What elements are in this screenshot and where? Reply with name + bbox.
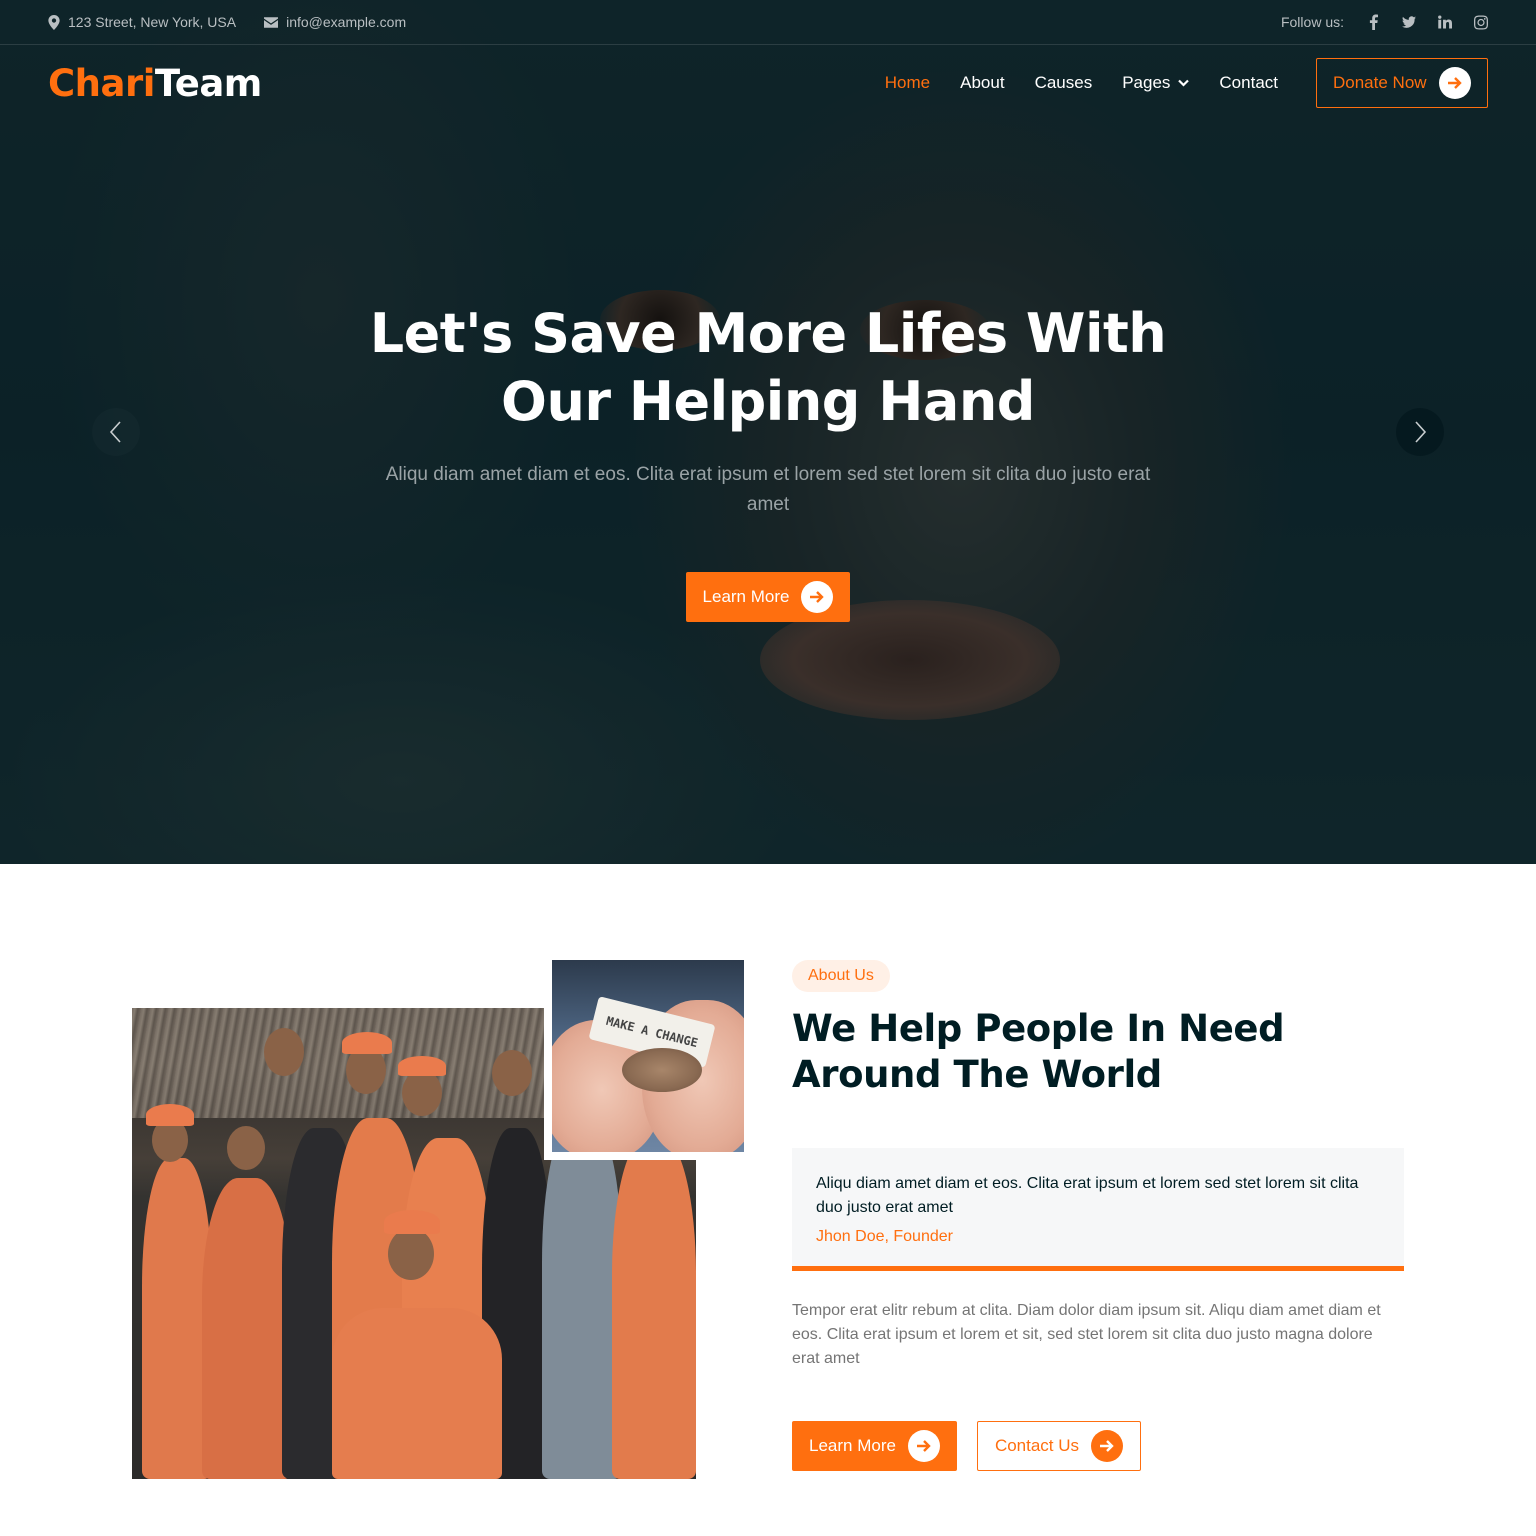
map-marker-icon bbox=[48, 14, 60, 30]
hero-content: Let's Save More Lifes With Our Helping H… bbox=[368, 300, 1168, 622]
hero-learn-more-label: Learn More bbox=[702, 587, 790, 606]
linkedin-icon[interactable] bbox=[1438, 14, 1452, 30]
about-paragraph: Tempor erat elitr rebum at clita. Diam d… bbox=[792, 1302, 1381, 1367]
photo-figure-cap bbox=[146, 1104, 194, 1126]
contact-us-button[interactable]: Contact Us bbox=[976, 1421, 1142, 1471]
founder-quote: Aliqu diam amet diam et eos. Clita erat … bbox=[792, 1148, 1404, 1271]
address-text: 123 Street, New York, USA bbox=[68, 14, 237, 30]
donate-now-button[interactable]: Donate Now bbox=[1316, 58, 1488, 108]
about-learn-more-button[interactable]: Learn More bbox=[792, 1421, 957, 1471]
photo-figure-head bbox=[492, 1050, 532, 1096]
photo-figure bbox=[332, 1308, 502, 1479]
top-bar: 123 Street, New York, USA info@example.c… bbox=[0, 0, 1536, 45]
photo-figure-cap bbox=[342, 1032, 392, 1054]
nav-contact[interactable]: Contact bbox=[1219, 73, 1278, 93]
hero-subtitle: Aliqu diam amet diam et eos. Clita erat … bbox=[385, 464, 1151, 515]
quote-author: Jhon Doe, Founder bbox=[816, 1228, 953, 1245]
hero-title: Let's Save More Lifes With Our Helping H… bbox=[368, 300, 1168, 436]
about-section: MAKE A CHANGE About Us We Help People In… bbox=[0, 864, 1536, 1536]
about-title: We Help People In Need Around The World bbox=[792, 1007, 1285, 1096]
carousel-next-button[interactable] bbox=[1396, 408, 1444, 456]
photo-figure-head bbox=[264, 1028, 304, 1076]
main-navbar: ChariTeam Home About Causes Pages Contac… bbox=[0, 45, 1536, 121]
social-links bbox=[1366, 14, 1488, 30]
photo-coins bbox=[622, 1048, 702, 1092]
photo-figure-cap bbox=[384, 1210, 440, 1234]
nav-pages-dropdown[interactable]: Pages bbox=[1122, 73, 1190, 93]
photo-figure-head bbox=[227, 1126, 265, 1170]
arrow-right-icon bbox=[1439, 67, 1471, 99]
twitter-icon[interactable] bbox=[1402, 14, 1416, 30]
nav-home[interactable]: Home bbox=[885, 73, 930, 93]
about-content: About Us We Help People In Need Around T… bbox=[792, 960, 1404, 1471]
follow-label: Follow us: bbox=[1280, 14, 1344, 30]
about-learn-more-label: Learn More bbox=[809, 1436, 896, 1455]
email-item[interactable]: info@example.com bbox=[264, 14, 406, 30]
make-a-change-photo: MAKE A CHANGE bbox=[544, 952, 752, 1160]
hero-title-line2: Our Helping Hand bbox=[501, 370, 1035, 433]
brand-logo-part1: Chari bbox=[48, 61, 155, 105]
chevron-down-icon bbox=[1178, 79, 1190, 87]
nav-links: Home About Causes Pages Contact bbox=[885, 73, 1278, 93]
quote-text: Aliqu diam amet diam et eos. Clita erat … bbox=[816, 1175, 1359, 1216]
nav-causes[interactable]: Causes bbox=[1035, 73, 1093, 93]
instagram-icon[interactable] bbox=[1474, 14, 1488, 30]
nav-about[interactable]: About bbox=[960, 73, 1004, 93]
photo-figure-head bbox=[388, 1228, 434, 1280]
brand-logo[interactable]: ChariTeam bbox=[48, 62, 262, 105]
hero-carousel: 123 Street, New York, USA info@example.c… bbox=[0, 0, 1536, 864]
about-buttons: Learn More Contact Us bbox=[792, 1421, 1404, 1471]
chevron-left-icon bbox=[109, 421, 121, 443]
photo-figure-cap bbox=[398, 1056, 446, 1076]
contact-us-label: Contact Us bbox=[994, 1436, 1080, 1455]
donate-now-label: Donate Now bbox=[1333, 73, 1427, 92]
carousel-prev-button[interactable] bbox=[92, 408, 140, 456]
arrow-right-icon bbox=[801, 581, 834, 613]
photo-figure bbox=[542, 1118, 622, 1479]
nav-pages-label: Pages bbox=[1122, 73, 1171, 92]
hero-learn-more-button[interactable]: Learn More bbox=[685, 572, 851, 622]
photo-figure bbox=[612, 1138, 696, 1479]
chevron-right-icon bbox=[1415, 421, 1427, 443]
photo-figure-head bbox=[402, 1070, 442, 1116]
brand-logo-part2: Team bbox=[154, 61, 262, 105]
envelope-icon bbox=[264, 16, 279, 28]
arrow-right-icon bbox=[1091, 1430, 1124, 1462]
address-item: 123 Street, New York, USA bbox=[48, 14, 236, 30]
arrow-right-icon bbox=[907, 1430, 940, 1462]
facebook-icon[interactable] bbox=[1366, 14, 1380, 30]
hero-title-line1: Let's Save More Lifes With bbox=[369, 302, 1167, 365]
about-badge: About Us bbox=[792, 960, 890, 992]
photo-figure bbox=[202, 1178, 292, 1479]
email-text[interactable]: info@example.com bbox=[286, 14, 406, 30]
